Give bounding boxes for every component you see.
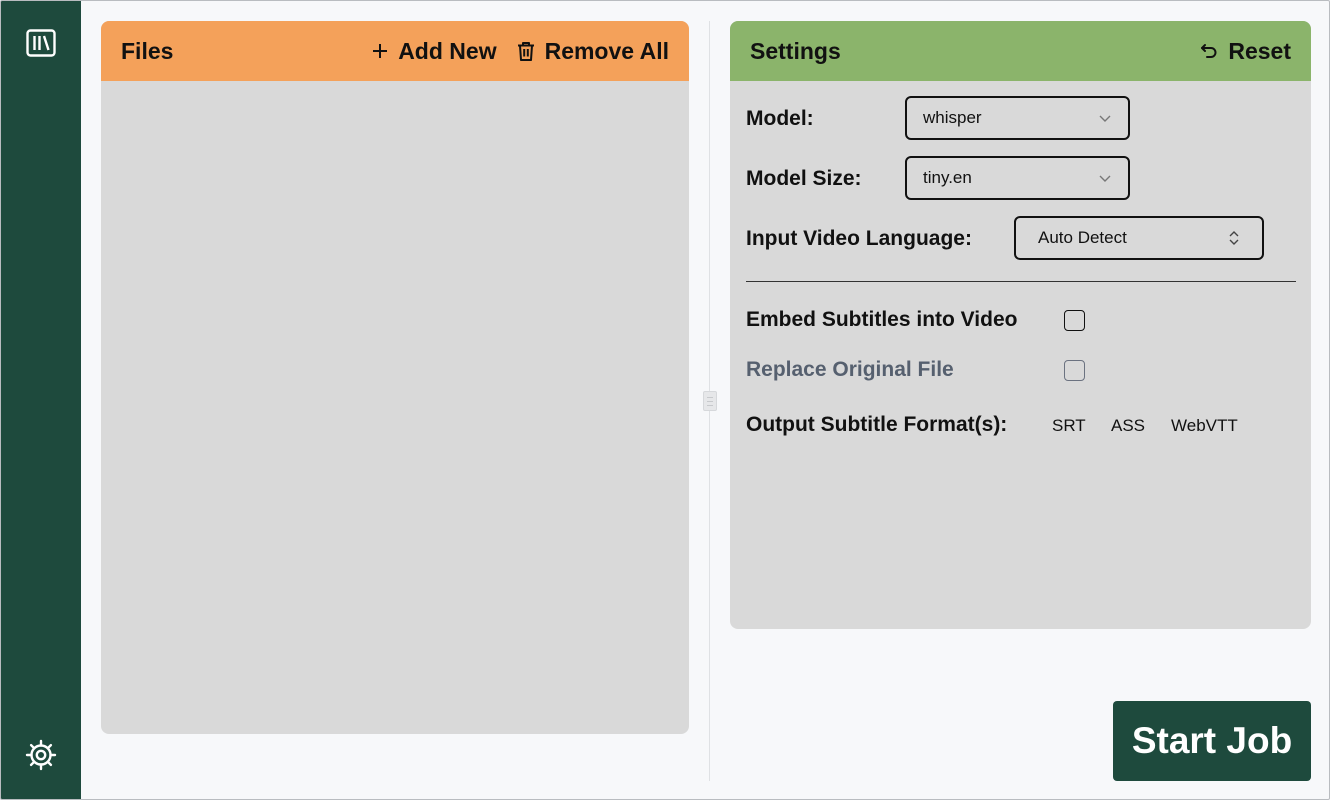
files-title: Files bbox=[121, 37, 174, 64]
replace-original-label: Replace Original File bbox=[746, 358, 954, 381]
format-ass-toggle[interactable]: ASS bbox=[1111, 416, 1145, 436]
language-select[interactable]: Auto Detect bbox=[1014, 216, 1264, 260]
settings-panel: Settings Reset Model: whisper Model Size… bbox=[730, 21, 1311, 629]
model-select[interactable]: whisper bbox=[905, 96, 1130, 140]
model-size-label: Model Size: bbox=[746, 167, 862, 190]
chevron-down-icon bbox=[1099, 175, 1111, 182]
undo-icon bbox=[1201, 44, 1217, 58]
app-window: Files Add New Remove All Settings Reset … bbox=[0, 0, 1330, 800]
replace-original-checkbox[interactable] bbox=[1064, 360, 1085, 381]
start-job-button[interactable]: Start Job bbox=[1113, 701, 1311, 781]
chevron-down-icon bbox=[1099, 115, 1111, 122]
reset-label: Reset bbox=[1228, 37, 1291, 64]
settings-title: Settings bbox=[750, 37, 841, 64]
settings-separator bbox=[746, 281, 1296, 282]
sidebar bbox=[1, 1, 81, 799]
language-select-value: Auto Detect bbox=[1038, 228, 1127, 247]
files-panel: Files Add New Remove All bbox=[101, 21, 689, 734]
format-webvtt-toggle[interactable]: WebVTT bbox=[1171, 416, 1238, 436]
reset-button[interactable]: Reset bbox=[1200, 38, 1291, 65]
add-new-button[interactable]: Add New bbox=[372, 37, 497, 65]
gear-icon bbox=[25, 739, 57, 771]
remove-all-button[interactable]: Remove All bbox=[517, 38, 669, 65]
model-select-value: whisper bbox=[923, 108, 982, 127]
language-label: Input Video Language: bbox=[746, 227, 972, 250]
add-new-label: Add New bbox=[398, 37, 497, 64]
remove-all-label: Remove All bbox=[544, 37, 669, 64]
files-header: Files Add New Remove All bbox=[101, 21, 689, 81]
files-drop-area[interactable] bbox=[101, 81, 689, 734]
resize-handle[interactable] bbox=[703, 391, 717, 411]
model-label: Model: bbox=[746, 107, 814, 130]
chevron-up-down-icon bbox=[1229, 231, 1239, 245]
library-icon bbox=[26, 29, 56, 57]
embed-subtitles-checkbox[interactable] bbox=[1064, 310, 1085, 331]
settings-nav-button[interactable] bbox=[25, 739, 57, 771]
model-size-select[interactable]: tiny.en bbox=[905, 156, 1130, 200]
model-size-select-value: tiny.en bbox=[923, 168, 972, 187]
library-nav-button[interactable] bbox=[25, 27, 57, 59]
format-srt-toggle[interactable]: SRT bbox=[1052, 416, 1086, 436]
plus-icon bbox=[373, 44, 388, 58]
settings-header: Settings Reset bbox=[730, 21, 1311, 81]
embed-subtitles-label: Embed Subtitles into Video bbox=[746, 308, 1018, 331]
trash-icon bbox=[517, 42, 534, 61]
output-format-label: Output Subtitle Format(s): bbox=[746, 413, 1008, 436]
